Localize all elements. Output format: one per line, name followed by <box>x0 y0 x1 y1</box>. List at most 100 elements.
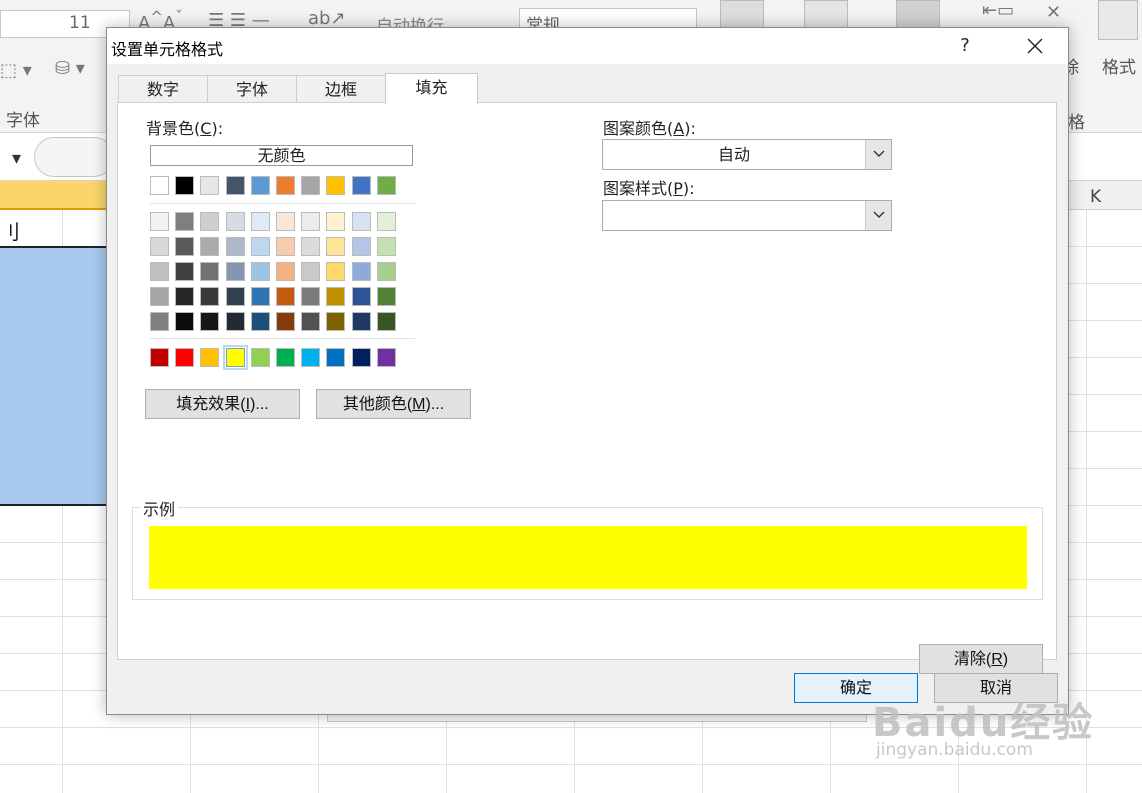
tab-number[interactable]: 数字 <box>118 75 208 103</box>
color-swatch-shade2-4[interactable] <box>250 237 270 256</box>
pattern-color-arrow[interactable] <box>865 140 891 169</box>
color-swatch-shade5-1[interactable] <box>175 312 195 331</box>
pattern-style-arrow[interactable] <box>865 201 891 230</box>
color-swatch-shade2-9[interactable] <box>376 237 396 256</box>
color-swatch-shade1-2[interactable] <box>200 212 220 231</box>
color-swatch-shade2-0[interactable] <box>150 237 169 256</box>
color-swatch-shade3-2[interactable] <box>200 262 220 281</box>
fill-effects-button[interactable]: 填充效果(I)... <box>145 389 300 419</box>
color-swatch-standard-8[interactable] <box>351 348 371 367</box>
color-swatch-theme-6[interactable] <box>301 176 321 195</box>
color-swatch-shade1-5[interactable] <box>276 212 295 231</box>
color-swatch-shade2-8[interactable] <box>351 237 371 256</box>
color-swatch-shade1-1[interactable] <box>175 212 195 231</box>
color-swatch-shade5-6[interactable] <box>301 312 321 331</box>
color-swatch-shade4-0[interactable] <box>150 287 169 306</box>
color-swatch-shade3-9[interactable] <box>376 262 396 281</box>
color-swatch-standard-7[interactable] <box>326 348 346 367</box>
color-swatch-shade3-8[interactable] <box>351 262 371 281</box>
color-swatch-shade2-6[interactable] <box>301 237 321 256</box>
color-swatch-shade2-3[interactable] <box>225 237 245 256</box>
color-swatch-standard-4[interactable] <box>250 348 270 367</box>
color-swatch-shade3-4[interactable] <box>250 262 270 281</box>
color-swatch-standard-3[interactable] <box>222 345 248 370</box>
color-swatch-shade4-4[interactable] <box>250 287 270 306</box>
clear-button[interactable]: 清除(R) <box>919 644 1043 674</box>
color-swatch-shade1-9[interactable] <box>376 212 396 231</box>
color-swatch-standard-0[interactable] <box>150 348 169 367</box>
x-delete-icon[interactable]: ✕ <box>1046 2 1061 23</box>
color-swatch-standard-6[interactable] <box>301 348 321 367</box>
color-swatch-shade5-5[interactable] <box>276 312 295 331</box>
color-swatch-theme-0[interactable] <box>150 176 169 195</box>
color-swatch-theme-5[interactable] <box>276 176 295 195</box>
color-swatch-shade3-7[interactable] <box>326 262 346 281</box>
color-swatch-standard-5[interactable] <box>276 348 295 367</box>
color-swatch-shade1-6[interactable] <box>301 212 321 231</box>
color-swatch-shade5-3[interactable] <box>225 312 245 331</box>
color-swatch-shade3-6[interactable] <box>301 262 321 281</box>
color-swatch-theme-3[interactable] <box>225 176 245 195</box>
close-button[interactable] <box>1020 32 1050 60</box>
formula-bar-oval[interactable] <box>34 137 114 177</box>
color-swatch-standard-1[interactable] <box>175 348 195 367</box>
pattern-style-dropdown[interactable] <box>602 200 892 231</box>
fill-color-icon[interactable]: ⛁ ▾ <box>55 58 85 79</box>
border-icon[interactable]: ⬚ ▾ <box>0 60 32 81</box>
color-swatch-shade4-9[interactable] <box>376 287 396 306</box>
format-cells-icon[interactable] <box>1098 0 1138 40</box>
help-button[interactable]: ? <box>952 32 978 60</box>
color-swatch-shade3-3[interactable] <box>225 262 245 281</box>
color-swatch-theme-4[interactable] <box>250 176 270 195</box>
color-swatch-shade2-2[interactable] <box>200 237 220 256</box>
pattern-color-dropdown[interactable]: 自动 <box>602 139 892 170</box>
color-swatch-shade5-8[interactable] <box>351 312 371 331</box>
selected-column-header[interactable] <box>0 181 110 210</box>
selected-range[interactable] <box>0 248 110 506</box>
more-colors-button[interactable]: 其他颜色(M)... <box>316 389 471 419</box>
color-swatch-shade5-0[interactable] <box>150 312 169 331</box>
color-swatch-standard-2[interactable] <box>200 348 220 367</box>
color-swatch-theme-1[interactable] <box>175 176 195 195</box>
color-swatch-shade5-2[interactable] <box>200 312 220 331</box>
delete-cells-icon[interactable]: ⇤▭ <box>982 0 1030 24</box>
color-swatch-shade4-1[interactable] <box>175 287 195 306</box>
color-swatch-shade1-7[interactable] <box>326 212 346 231</box>
tab-fill[interactable]: 填充 <box>385 73 478 104</box>
name-box-dropdown-icon[interactable]: ▾ <box>12 148 21 169</box>
color-swatch-shade4-7[interactable] <box>326 287 346 306</box>
color-swatch-shade4-5[interactable] <box>276 287 295 306</box>
no-color-button[interactable]: 无颜色 <box>150 145 413 166</box>
column-k-header[interactable]: K <box>1090 187 1101 207</box>
color-swatch-shade4-8[interactable] <box>351 287 371 306</box>
color-swatch-shade3-0[interactable] <box>150 262 169 281</box>
color-swatch-shade4-6[interactable] <box>301 287 321 306</box>
color-swatch-shade4-2[interactable] <box>200 287 220 306</box>
dialog-title: 设置单元格格式 <box>111 40 224 59</box>
color-swatch-shade3-5[interactable] <box>276 262 295 281</box>
color-swatch-shade1-8[interactable] <box>351 212 371 231</box>
color-swatch-shade1-4[interactable] <box>250 212 270 231</box>
color-swatch-shade4-3[interactable] <box>225 287 245 306</box>
color-swatch-theme-2[interactable] <box>200 176 220 195</box>
color-swatch-theme-7[interactable] <box>326 176 346 195</box>
color-swatch-shade5-9[interactable] <box>376 312 396 331</box>
color-swatch-standard-9[interactable] <box>376 348 396 367</box>
color-swatch-shade5-4[interactable] <box>250 312 270 331</box>
color-swatch-theme-8[interactable] <box>351 176 371 195</box>
color-swatch-shade1-0[interactable] <box>150 212 169 231</box>
pattern-color-label: 图案颜色(A): <box>603 119 696 138</box>
color-swatch-shade5-7[interactable] <box>326 312 346 331</box>
color-swatch-theme-9[interactable] <box>376 176 396 195</box>
sample-preview <box>149 526 1027 589</box>
orientation-icon[interactable]: ab↗ <box>308 8 346 29</box>
format-label[interactable]: 格式 <box>1102 53 1136 78</box>
color-swatch-shade2-7[interactable] <box>326 237 346 256</box>
dialog-titlebar[interactable]: 设置单元格格式 ? <box>107 28 1068 64</box>
tab-border[interactable]: 边框 <box>296 75 386 103</box>
color-swatch-shade2-5[interactable] <box>276 237 295 256</box>
color-swatch-shade1-3[interactable] <box>225 212 245 231</box>
tab-font[interactable]: 字体 <box>207 75 297 103</box>
color-swatch-shade3-1[interactable] <box>175 262 195 281</box>
color-swatch-shade2-1[interactable] <box>175 237 195 256</box>
